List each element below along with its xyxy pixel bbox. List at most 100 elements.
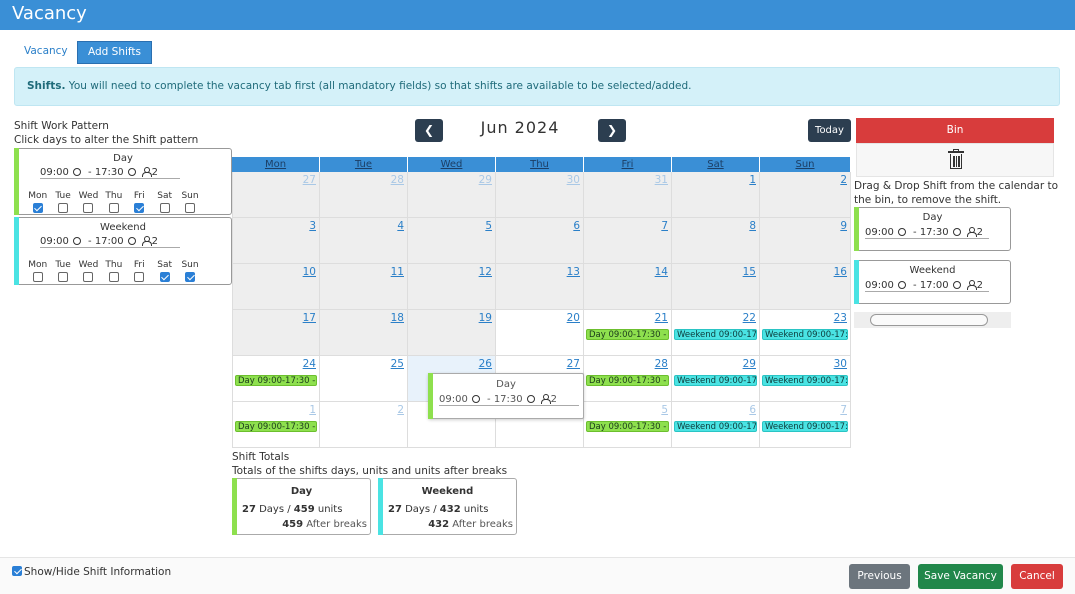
end-time[interactable]: 17:30 [920,227,949,238]
units-value[interactable]: 2 [551,394,557,405]
day-number-link[interactable]: 21 [655,312,668,324]
calendar-day-cell[interactable]: 11 [320,264,408,310]
event-day-shift[interactable]: Day 09:00-17:30 - Re [235,421,317,432]
day-number-link[interactable]: 2 [840,174,847,186]
day-number-link[interactable]: 5 [485,220,492,232]
day-checkbox-mon[interactable] [32,272,43,282]
event-weekend-shift[interactable]: Weekend 09:00-17:0 [762,375,848,386]
today-button[interactable]: Today [808,119,851,142]
calendar-day-cell[interactable]: 29 [408,172,496,218]
day-number-link[interactable]: 19 [479,312,492,324]
calendar-day-cell[interactable]: 17 [232,310,320,356]
day-number-link[interactable]: 28 [391,174,404,186]
bin-shift-weekend[interactable]: Weekend 09:00 - 17:00 2 [854,260,1011,304]
day-number-link[interactable]: 1 [749,174,756,186]
day-number-link[interactable]: 30 [567,174,580,186]
pattern-card-day[interactable]: Day 09:00 - 17:30 2 Mon Tue Wed Thu Fri Sat Sun [14,148,232,215]
day-number-link[interactable]: 15 [743,266,756,278]
event-weekend-shift[interactable]: Weekend 09:00-17:0 [674,375,757,386]
next-month-button[interactable]: ❯ [598,119,626,142]
shift-time-row[interactable]: 09:00 - 17:30 2 [439,394,580,406]
day-number-link[interactable]: 31 [655,174,668,186]
event-day-shift[interactable]: Day 09:00-17:30 - Re [586,329,669,340]
scrollbar-thumb[interactable] [870,314,988,326]
previous-button[interactable]: Previous [849,564,910,589]
calendar-day-cell[interactable]: 9 [760,218,851,264]
event-weekend-shift[interactable]: Weekend 09:00-17:0 [674,329,757,340]
calendar-day-cell[interactable]: 20 [496,310,584,356]
tab-add-shifts[interactable]: Add Shifts [77,41,153,64]
day-number-link[interactable]: 22 [743,312,756,324]
calendar-day-cell[interactable]: 27 [232,172,320,218]
calendar-day-cell[interactable]: 6 [496,218,584,264]
end-time[interactable]: 17:00 [95,236,124,247]
calendar-day-cell[interactable]: 30 Weekend 09:00-17:0 [760,356,851,402]
day-checkbox-fri[interactable] [134,203,145,213]
calendar-day-cell[interactable]: 3 [232,218,320,264]
calendar-day-cell[interactable]: 21 Day 09:00-17:30 - Re [584,310,672,356]
start-time[interactable]: 09:00 [865,227,894,238]
day-number-link[interactable]: 25 [391,358,404,370]
bin-scrollbar[interactable] [854,312,1011,328]
day-number-link[interactable]: 6 [573,220,580,232]
units-value[interactable]: 2 [152,236,158,247]
units-value[interactable]: 2 [152,167,158,178]
cancel-button[interactable]: Cancel [1011,564,1063,589]
day-number-link[interactable]: 3 [309,220,316,232]
end-time[interactable]: 17:30 [95,167,124,178]
day-checkbox-sun[interactable] [185,203,196,213]
event-weekend-shift[interactable]: Weekend 09:00-17:0 [674,421,757,432]
day-checkbox-sun[interactable] [185,272,196,282]
calendar-day-cell[interactable]: 15 [672,264,760,310]
bin-drop-zone[interactable] [856,143,1054,177]
event-weekend-shift[interactable]: Weekend 09:00-17:0 [762,329,848,340]
event-weekend-shift[interactable]: Weekend 09:00-17:0 [762,421,848,432]
day-number-link[interactable]: 7 [661,220,668,232]
start-time[interactable]: 09:00 [40,167,69,178]
calendar-day-cell[interactable]: 6 Weekend 09:00-17:0 [672,402,760,448]
day-number-link[interactable]: 28 [655,358,668,370]
calendar-day-cell[interactable]: 19 [408,310,496,356]
start-time[interactable]: 09:00 [40,236,69,247]
save-vacancy-button[interactable]: Save Vacancy [918,564,1003,589]
day-checkbox-thu[interactable] [108,203,119,213]
calendar-day-cell[interactable]: 31 [584,172,672,218]
calendar-day-cell[interactable]: 28 Day 09:00-17:30 - Re [584,356,672,402]
calendar-day-cell[interactable]: 30 [496,172,584,218]
calendar-day-cell[interactable]: 18 [320,310,408,356]
day-number-link[interactable]: 4 [397,220,404,232]
calendar-day-cell[interactable]: 25 [320,356,408,402]
calendar-day-cell[interactable]: 24 Day 09:00-17:30 - Re [232,356,320,402]
end-time[interactable]: 17:30 [494,394,523,405]
day-number-link[interactable]: 11 [391,266,404,278]
units-value[interactable]: 2 [977,227,983,238]
prev-month-button[interactable]: ❮ [415,119,443,142]
day-number-link[interactable]: 6 [749,404,756,416]
bin-shift-day[interactable]: Day 09:00 - 17:30 2 [854,207,1011,251]
day-checkbox-sat[interactable] [159,203,170,213]
end-time[interactable]: 17:00 [920,280,949,291]
day-number-link[interactable]: 13 [567,266,580,278]
calendar-day-cell[interactable]: 7 [584,218,672,264]
day-number-link[interactable]: 14 [655,266,668,278]
calendar-day-cell[interactable]: 22 Weekend 09:00-17:0 [672,310,760,356]
calendar-day-cell[interactable]: 2 [760,172,851,218]
day-number-link[interactable]: 27 [303,174,316,186]
day-number-link[interactable]: 2 [397,404,404,416]
tab-vacancy[interactable]: Vacancy [14,41,78,64]
day-number-link[interactable]: 17 [303,312,316,324]
day-checkbox-tue[interactable] [58,203,69,213]
day-number-link[interactable]: 27 [567,358,580,370]
calendar-day-cell[interactable]: 12 [408,264,496,310]
calendar-day-cell[interactable]: 5 Day 09:00-17:30 - Re [584,402,672,448]
day-number-link[interactable]: 30 [834,358,847,370]
day-checkbox-mon[interactable] [32,203,43,213]
calendar-day-cell[interactable]: 8 [672,218,760,264]
day-checkbox-sat[interactable] [159,272,170,282]
calendar-day-cell[interactable]: 5 [408,218,496,264]
shift-time-row[interactable]: 09:00 - 17:00 2 [865,280,990,292]
day-number-link[interactable]: 8 [749,220,756,232]
day-number-link[interactable]: 24 [303,358,316,370]
units-value[interactable]: 2 [977,280,983,291]
event-day-shift[interactable]: Day 09:00-17:30 - Re [586,375,669,386]
